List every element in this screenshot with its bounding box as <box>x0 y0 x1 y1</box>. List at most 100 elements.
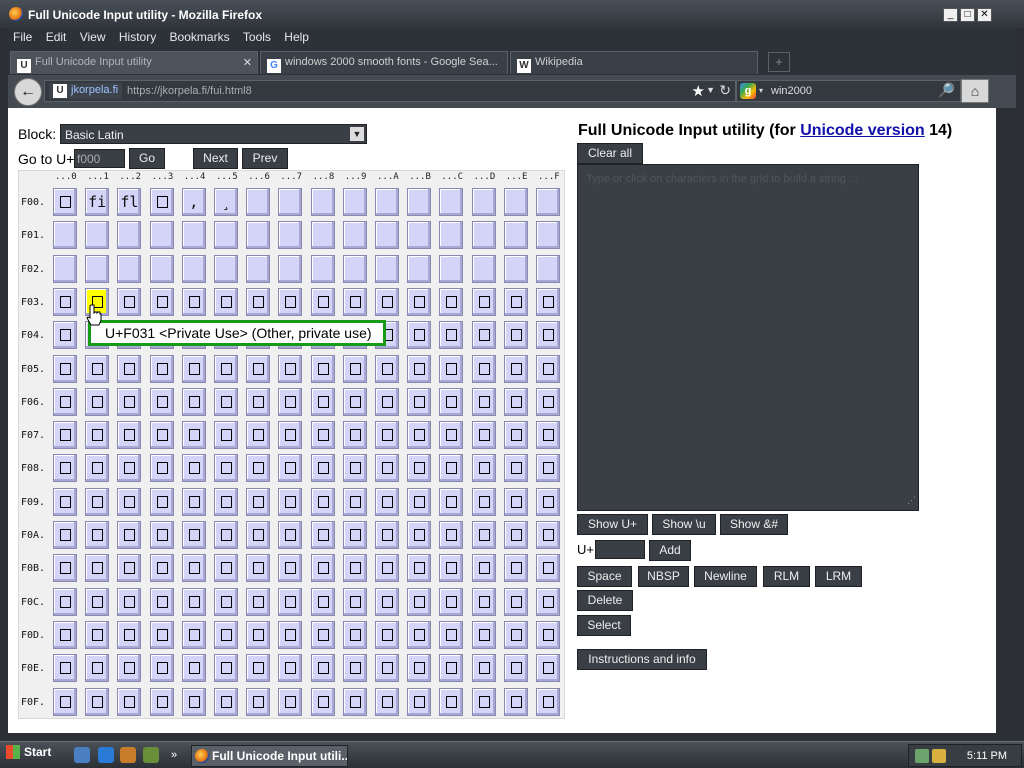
char-cell-f0b5[interactable] <box>214 554 238 583</box>
char-cell-f068[interactable] <box>310 387 335 416</box>
char-cell-f0ad[interactable] <box>471 521 496 549</box>
char-cell-f040[interactable] <box>53 321 77 350</box>
more-quicklaunch-icon[interactable]: » <box>166 747 182 763</box>
network-icon[interactable] <box>915 749 929 763</box>
char-cell-f075[interactable] <box>214 421 238 450</box>
char-cell-f0d7[interactable] <box>278 620 303 649</box>
char-cell-f094[interactable] <box>181 487 206 516</box>
char-cell-f062[interactable] <box>117 387 142 416</box>
char-cell-f05f[interactable] <box>536 354 560 383</box>
char-cell-f02a[interactable] <box>375 254 399 283</box>
char-cell-f093[interactable] <box>149 487 174 516</box>
lrm-button[interactable]: LRM <box>815 566 862 587</box>
char-cell-f067[interactable] <box>278 387 303 416</box>
char-cell-f0ce[interactable] <box>503 587 528 616</box>
char-cell-f083[interactable] <box>149 454 174 483</box>
char-cell-f0a8[interactable] <box>310 521 335 549</box>
close-tab-icon[interactable]: ✕ <box>243 56 252 69</box>
char-cell-f011[interactable] <box>85 221 110 250</box>
char-cell-f0e2[interactable] <box>117 654 142 683</box>
char-cell-f0a0[interactable] <box>53 521 77 549</box>
char-cell-f08d[interactable] <box>471 454 496 483</box>
menu-tools[interactable]: Tools <box>238 28 276 46</box>
reload-icon[interactable]: ↻ <box>719 82 731 99</box>
char-cell-f0e1[interactable] <box>85 654 110 683</box>
char-cell-f030[interactable] <box>53 287 77 316</box>
char-cell-f0c9[interactable] <box>342 587 367 616</box>
menu-bookmarks[interactable]: Bookmarks <box>165 28 235 46</box>
char-cell-f069[interactable] <box>342 387 367 416</box>
char-cell-f0f5[interactable] <box>214 687 238 716</box>
char-cell-f024[interactable] <box>181 254 206 283</box>
char-cell-f071[interactable] <box>85 421 110 450</box>
char-cell-f03b[interactable] <box>407 287 432 316</box>
char-cell-f038[interactable] <box>310 287 335 316</box>
rlm-button[interactable]: RLM <box>763 566 810 587</box>
char-cell-f06b[interactable] <box>407 387 432 416</box>
menu-file[interactable]: File <box>8 28 37 46</box>
char-cell-f015[interactable] <box>214 221 238 250</box>
taskbar-firefox-item[interactable]: Full Unicode Input utili... <box>191 745 348 767</box>
char-cell-f0d2[interactable] <box>117 620 142 649</box>
char-cell-f02f[interactable] <box>536 254 560 283</box>
clear-all-button[interactable]: Clear all <box>577 143 643 164</box>
char-cell-f0a6[interactable] <box>246 521 271 549</box>
char-cell-f05e[interactable] <box>503 354 528 383</box>
char-cell-f03e[interactable] <box>503 287 528 316</box>
char-cell-f06f[interactable] <box>536 387 560 416</box>
char-cell-f0d1[interactable] <box>85 620 110 649</box>
menu-help[interactable]: Help <box>279 28 314 46</box>
clock[interactable]: 5:11 PM <box>967 750 1007 762</box>
char-cell-f002[interactable]: fl <box>117 188 142 216</box>
char-cell-f0cf[interactable] <box>536 587 560 616</box>
space-button[interactable]: Space <box>577 566 632 587</box>
char-cell-f033[interactable] <box>149 287 174 316</box>
char-cell-f052[interactable] <box>117 354 142 383</box>
output-textarea[interactable]: Type or click on characters in the grid … <box>577 164 919 511</box>
char-cell-f0e9[interactable] <box>342 654 367 683</box>
char-cell-f09d[interactable] <box>471 487 496 516</box>
char-cell-f080[interactable] <box>53 454 77 483</box>
char-cell-f0e5[interactable] <box>214 654 238 683</box>
char-cell-f029[interactable] <box>342 254 367 283</box>
char-cell-f07f[interactable] <box>536 421 560 450</box>
char-cell-f088[interactable] <box>310 454 335 483</box>
url-dropdown-icon[interactable]: ▼ <box>706 85 715 95</box>
char-cell-f05b[interactable] <box>407 354 432 383</box>
char-cell-f076[interactable] <box>246 421 271 450</box>
char-cell-f028[interactable] <box>310 254 335 283</box>
char-cell-f0a7[interactable] <box>278 521 303 549</box>
explorer-icon[interactable] <box>143 747 159 763</box>
char-cell-f02d[interactable] <box>471 254 496 283</box>
char-cell-f097[interactable] <box>278 487 303 516</box>
char-cell-f00c[interactable] <box>439 188 464 216</box>
char-cell-f0f0[interactable] <box>53 687 77 716</box>
char-cell-f0da[interactable] <box>375 620 399 649</box>
char-cell-f098[interactable] <box>310 487 335 516</box>
char-cell-f0c6[interactable] <box>246 587 271 616</box>
char-cell-f000[interactable] <box>53 188 77 216</box>
char-cell-f0b7[interactable] <box>278 554 303 583</box>
char-cell-f0b6[interactable] <box>246 554 271 583</box>
char-cell-f0ae[interactable] <box>503 521 528 549</box>
url-bar[interactable]: Ujkorpela.fi https://jkorpela.fi/fui.htm… <box>44 80 736 102</box>
char-cell-f01f[interactable] <box>536 221 560 250</box>
char-cell-f0b9[interactable] <box>342 554 367 583</box>
char-cell-f05c[interactable] <box>439 354 464 383</box>
char-cell-f07d[interactable] <box>471 421 496 450</box>
char-cell-f00f[interactable] <box>536 188 560 216</box>
char-cell-f057[interactable] <box>278 354 303 383</box>
char-cell-f066[interactable] <box>246 387 271 416</box>
menu-history[interactable]: History <box>114 28 161 46</box>
char-cell-f0bf[interactable] <box>536 554 560 583</box>
char-cell-f020[interactable] <box>53 254 77 283</box>
char-cell-f00b[interactable] <box>407 188 432 216</box>
prev-button[interactable]: Prev <box>242 148 288 169</box>
char-cell-f0ac[interactable] <box>439 521 464 549</box>
char-cell-f0ec[interactable] <box>439 654 464 683</box>
block-select[interactable]: Basic Latin ▼ <box>60 124 367 144</box>
char-cell-f096[interactable] <box>246 487 271 516</box>
char-cell-f0bb[interactable] <box>407 554 432 583</box>
maximize-button[interactable]: □ <box>960 8 975 22</box>
char-cell-f063[interactable] <box>149 387 174 416</box>
